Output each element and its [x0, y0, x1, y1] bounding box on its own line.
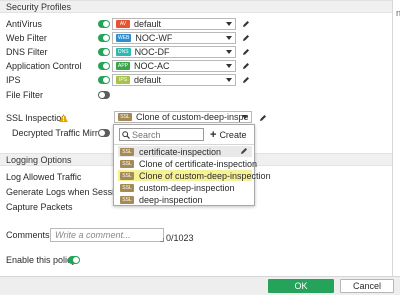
ok-button[interactable]: OK	[268, 279, 334, 293]
decrypted-mirror-label: Decrypted Traffic Mirror	[12, 128, 106, 138]
section-title: Logging Options	[6, 155, 72, 165]
chevron-down-icon	[226, 78, 232, 82]
warning-icon	[59, 114, 68, 122]
dropdown-divider	[114, 144, 254, 145]
dns-filter-value: NOC-DF	[134, 47, 170, 57]
web-filter-toggle[interactable]	[98, 34, 110, 42]
plus-icon: +	[210, 128, 217, 141]
web-badge-icon: WEB	[116, 34, 132, 42]
chevron-down-icon	[226, 50, 232, 54]
security-profiles-header: Security Profiles	[0, 0, 392, 13]
create-label: Create	[219, 129, 247, 140]
search-icon	[122, 130, 130, 139]
app-control-toggle[interactable]	[98, 62, 110, 70]
ips-value: default	[134, 75, 162, 85]
log-allowed-label: Log Allowed Traffic	[6, 172, 82, 182]
app-badge-icon: APP	[116, 62, 131, 70]
edit-pencil-icon[interactable]	[259, 114, 267, 122]
edit-pencil-icon[interactable]	[240, 147, 248, 155]
create-button[interactable]: + Create	[210, 128, 246, 141]
ssl-inspection-label: SSL Inspection	[6, 113, 67, 123]
chevron-down-icon	[226, 64, 232, 68]
web-filter-select[interactable]: WEB NOC-WF	[112, 32, 236, 44]
chevron-down-icon	[226, 36, 232, 40]
av-badge-icon: AV	[116, 20, 130, 28]
dropdown-option[interactable]: SSL deep-inspection	[118, 194, 252, 205]
dropdown-option[interactable]: SSL certificate-inspection	[118, 146, 252, 157]
dropdown-option[interactable]: SSL Clone of certificate-inspection	[118, 158, 257, 169]
ssl-badge-icon: SSL	[120, 159, 134, 168]
ssl-badge-icon: SSL	[120, 147, 134, 156]
comment-char-counter: 0/1023	[166, 233, 194, 243]
option-label: Clone of custom-deep-inspection	[139, 170, 271, 181]
section-title: Security Profiles	[6, 2, 72, 12]
ssl-badge-icon: SSL	[120, 171, 134, 180]
ssl-badge-icon: SSL	[120, 183, 134, 192]
ips-select[interactable]: IPS default	[112, 74, 236, 86]
enable-policy-toggle[interactable]	[68, 256, 80, 264]
app-control-select[interactable]: APP NOC-AC	[112, 60, 236, 72]
option-label: custom-deep-inspection	[139, 182, 235, 193]
ssl-inspection-select[interactable]: SSL Clone of custom-deep-inspecti	[114, 111, 252, 123]
capture-packets-label: Capture Packets	[6, 202, 73, 212]
comments-label: Comments	[6, 230, 50, 240]
right-panel-peek-text: n	[396, 8, 400, 18]
dropdown-search-box[interactable]	[119, 128, 204, 141]
web-filter-label: Web Filter	[6, 33, 47, 43]
cancel-button[interactable]: Cancel	[340, 279, 394, 293]
antivirus-value: default	[134, 19, 162, 29]
enable-policy-label: Enable this policy	[6, 255, 77, 265]
chevron-down-icon	[242, 115, 248, 119]
option-label: Clone of certificate-inspection	[139, 158, 258, 169]
edit-pencil-icon[interactable]	[242, 62, 250, 70]
chevron-down-icon	[226, 22, 232, 26]
comments-textarea[interactable]: Write a comment...	[50, 228, 164, 242]
edit-pencil-icon[interactable]	[242, 76, 250, 84]
dropdown-search-input[interactable]	[132, 129, 202, 140]
panel-right-border	[392, 0, 393, 280]
antivirus-label: AntiVirus	[6, 19, 42, 29]
dropdown-option[interactable]: SSL custom-deep-inspection	[118, 182, 252, 193]
dns-filter-toggle[interactable]	[98, 48, 110, 56]
ssl-badge-icon: SSL	[120, 195, 134, 204]
ssl-inspection-value: Clone of custom-deep-inspecti	[136, 112, 248, 122]
dns-badge-icon: DNS	[116, 48, 131, 56]
ips-badge-icon: IPS	[116, 76, 130, 84]
edit-pencil-icon[interactable]	[242, 20, 250, 28]
decrypted-mirror-toggle[interactable]	[98, 129, 110, 137]
ips-toggle[interactable]	[98, 76, 110, 84]
dns-filter-label: DNS Filter	[6, 47, 48, 57]
web-filter-value: NOC-WF	[135, 33, 173, 43]
edit-pencil-icon[interactable]	[242, 48, 250, 56]
app-control-label: Application Control	[6, 61, 82, 71]
antivirus-select[interactable]: AV default	[112, 18, 236, 30]
app-control-value: NOC-AC	[134, 61, 170, 71]
antivirus-toggle[interactable]	[98, 20, 110, 28]
ssl-profile-dropdown: + Create SSL certificate-inspection SSL …	[113, 124, 271, 206]
file-filter-label: File Filter	[6, 90, 44, 100]
resize-handle-icon[interactable]	[160, 238, 164, 242]
dns-filter-select[interactable]: DNS NOC-DF	[112, 46, 236, 58]
dropdown-option-selected[interactable]: SSL Clone of custom-deep-inspection	[118, 170, 271, 181]
file-filter-toggle[interactable]	[98, 91, 110, 99]
ips-label: IPS	[6, 75, 21, 85]
option-label: certificate-inspection	[139, 146, 222, 157]
ssl-badge-icon: SSL	[118, 113, 132, 121]
edit-pencil-icon[interactable]	[242, 34, 250, 42]
option-label: deep-inspection	[139, 194, 203, 205]
